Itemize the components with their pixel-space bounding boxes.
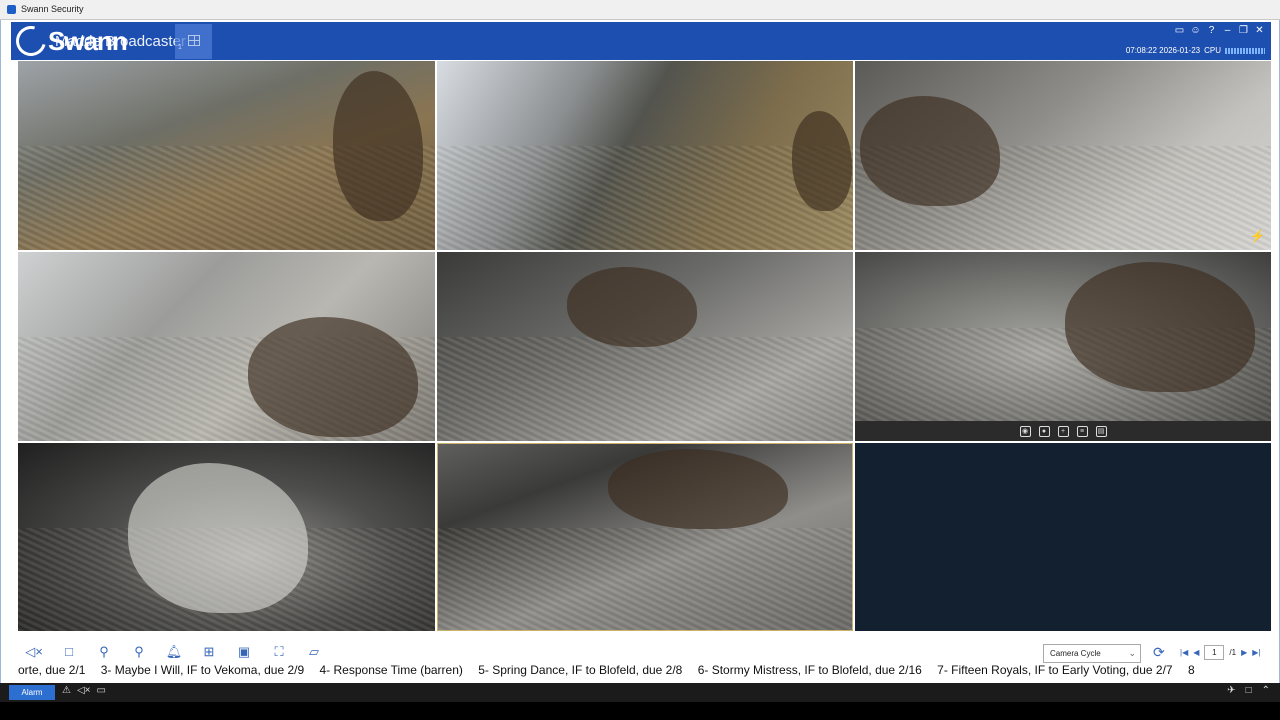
swann-logo-icon — [10, 20, 52, 62]
stop-icon[interactable]: □ — [59, 644, 79, 660]
taskbar-icons: ⚠ ◁× ▭ — [62, 685, 106, 696]
monitor-icon[interactable]: ▭ — [97, 685, 106, 696]
stall-floor — [438, 527, 852, 630]
app-icon — [7, 5, 16, 14]
alarm-bell-icon[interactable]: ⚠ — [62, 685, 71, 696]
pin-outline-icon[interactable]: ⚲ — [129, 644, 149, 660]
horse-silhouette — [128, 463, 308, 613]
camera-view-3[interactable]: ⚡ — [855, 61, 1271, 250]
camera-view-8[interactable] — [437, 443, 853, 631]
header-bar: Swann Madde Broadcaster 1 ▭ ☺ ? – ❐ ✕ 07… — [10, 20, 1271, 62]
camera-toolbar: ◉ ● + ≡ ▤ — [855, 421, 1271, 441]
video-letterbox — [0, 702, 1280, 720]
tab-layout-badge[interactable]: 1 — [175, 24, 212, 59]
camera-view-5[interactable] — [437, 252, 853, 441]
horse-silhouette — [333, 71, 423, 221]
save-layout-icon[interactable]: ▣ — [234, 644, 254, 660]
horse-silhouette — [608, 449, 788, 529]
monitor-icon[interactable]: ▭ — [1174, 25, 1185, 36]
stall-floor — [437, 337, 853, 441]
close-icon[interactable]: ✕ — [1254, 25, 1265, 36]
cpu-meter — [1225, 47, 1265, 54]
horse-silhouette — [1065, 262, 1255, 392]
stall-floor — [437, 146, 853, 250]
next-page-icon[interactable]: ▶ — [1241, 648, 1247, 657]
motion-alert-icon: ⚡ — [1250, 229, 1265, 243]
prev-page-icon[interactable]: ◀ — [1193, 648, 1199, 657]
cycle-play-icon[interactable]: ⟳ — [1153, 644, 1165, 661]
datetime: 07:08:22 2026-01-23 — [1125, 46, 1201, 55]
mare-ticker: orte, due 2/1 3- Maybe I Will, IF to Vek… — [18, 661, 1271, 679]
pin-window-icon[interactable]: ✈ — [1227, 685, 1235, 696]
taskbar-right-icons: ✈ □ ⌃ — [1227, 685, 1270, 696]
ticker-item: 4- Response Time (barren) — [319, 663, 463, 677]
stream-icon[interactable]: ≡ — [1076, 425, 1088, 437]
collapse-icon[interactable]: ⌃ — [1262, 685, 1270, 696]
pager: |◀ ◀ 1 /1 ▶ ▶| — [1180, 645, 1260, 660]
chevron-down-icon: ⌄ — [1128, 648, 1136, 658]
speaker-mute-icon[interactable]: ◁× — [77, 685, 91, 696]
camera-view-4[interactable] — [18, 252, 435, 441]
fullscreen-icon[interactable]: ⛶ — [269, 644, 289, 660]
minimize-icon[interactable]: – — [1222, 25, 1233, 36]
cpu-label: CPU — [1204, 46, 1221, 55]
ticker-item: 5- Spring Dance, IF to Blofeld, due 2/8 — [478, 663, 683, 677]
horse-silhouette — [792, 111, 852, 211]
layout-icon[interactable]: ⊞ — [199, 644, 219, 660]
window-icon[interactable]: □ — [1246, 685, 1252, 696]
ticker-item: 7- Fifteen Royals, IF to Early Voting, d… — [937, 663, 1173, 677]
window-title: Swann Security — [21, 4, 84, 14]
header-icons: ▭ ☺ ? – ❐ ✕ — [1174, 25, 1265, 36]
page-total: /1 — [1229, 648, 1237, 657]
tab-broadcaster[interactable]: Madde Broadcaster — [55, 28, 186, 56]
first-page-icon[interactable]: |◀ — [1180, 648, 1188, 657]
restore-icon[interactable]: ❐ — [1238, 25, 1249, 36]
ticker-item: orte, due 2/1 — [18, 663, 86, 677]
page-input[interactable]: 1 — [1204, 645, 1225, 660]
ticker-item: 6- Stormy Mistress, IF to Blofeld, due 2… — [697, 663, 922, 677]
snapshot-icon[interactable]: ◉ — [1019, 425, 1031, 437]
app-frame: Swann Madde Broadcaster 1 ▭ ☺ ? – ❐ ✕ 07… — [0, 20, 1280, 684]
camera-cycle-label: Camera Cycle — [1050, 649, 1101, 658]
horse-silhouette — [248, 317, 418, 437]
audio-mute-icon[interactable]: ◁× — [24, 644, 44, 660]
horse-silhouette — [567, 267, 697, 347]
camera-view-7[interactable] — [18, 443, 435, 631]
help-icon[interactable]: ? — [1206, 25, 1217, 36]
pin-icon[interactable]: ⚲ — [94, 644, 114, 660]
camera-view-2[interactable] — [437, 61, 853, 250]
print-icon[interactable]: ▤ — [1095, 425, 1107, 437]
tool-icons: ◁× □ ⚲ ⚲ 🔔︎ ⊞ ▣ ⛶ ▱ — [24, 644, 324, 660]
record-icon[interactable]: ● — [1038, 425, 1050, 437]
camera-view-empty[interactable] — [855, 443, 1271, 631]
status-readout: 07:08:22 2026-01-23 CPU — [1126, 46, 1265, 55]
horse-silhouette — [860, 96, 1000, 206]
aspect-icon[interactable]: ▱ — [304, 644, 324, 660]
camera-grid: ⚡ ◉ ● + ≡ ▤ — [18, 61, 1271, 632]
alarm-button[interactable]: Alarm — [9, 685, 55, 700]
tab-number: 1 — [178, 44, 182, 51]
window-titlebar: Swann Security — [0, 0, 1280, 20]
zoom-icon[interactable]: + — [1057, 425, 1069, 437]
user-icon[interactable]: ☺ — [1190, 25, 1201, 36]
bell-icon[interactable]: 🔔︎ — [164, 644, 184, 660]
ticker-item: 8 — [1187, 663, 1195, 677]
ticker-item: 3- Maybe I Will, IF to Vekoma, due 2/9 — [100, 663, 305, 677]
bottom-toolbar: ◁× □ ⚲ ⚲ 🔔︎ ⊞ ▣ ⛶ ▱ Camera Cycle ⌄ ⟳ |◀ … — [18, 642, 1271, 663]
camera-view-6[interactable] — [855, 252, 1271, 421]
last-page-icon[interactable]: ▶| — [1252, 648, 1260, 657]
camera-view-1[interactable] — [18, 61, 435, 250]
grid-layout-icon — [188, 35, 200, 46]
status-taskbar: Alarm ⚠ ◁× ▭ ✈ □ ⌃ — [0, 683, 1280, 702]
